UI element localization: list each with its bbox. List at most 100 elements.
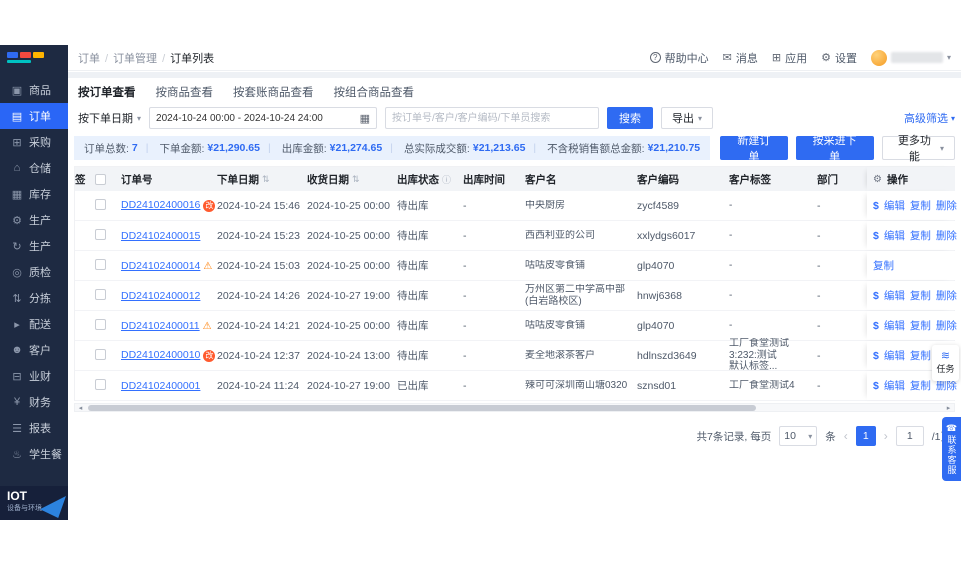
row-checkbox[interactable] (95, 288, 106, 300)
message-icon: ✉ (722, 52, 732, 64)
copy-link[interactable]: 复制 (910, 348, 931, 363)
copy-link[interactable]: 复制 (873, 258, 894, 273)
sidebar-item-quality[interactable]: ◎ 质检 (0, 259, 68, 285)
payment-icon[interactable]: $ (873, 230, 879, 242)
sidebar-item-sorting[interactable]: ⇅ 分拣 (0, 285, 68, 311)
payment-icon[interactable]: $ (873, 200, 879, 212)
copy-link[interactable]: 复制 (910, 288, 931, 303)
delete-link[interactable]: 删除 (936, 228, 957, 243)
sidebar-item-stock[interactable]: ▦ 库存 (0, 181, 68, 207)
tab-by-product[interactable]: 按商品查看 (156, 84, 214, 100)
payment-icon[interactable]: $ (873, 320, 879, 332)
settings-button[interactable]: ⚙ 设置 (821, 50, 857, 66)
page-size-select[interactable]: 10 ▾ (779, 426, 818, 446)
select-all-checkbox[interactable] (95, 173, 106, 185)
col-delivery-date[interactable]: 收货日期 ⇅ (307, 172, 397, 187)
sidebar-item-production[interactable]: ⚙ 生产 (0, 207, 68, 233)
order-number-link[interactable]: DD24102400016 (121, 199, 200, 211)
sidebar-item-production-2[interactable]: ↻ 生产 (0, 233, 68, 259)
delete-link[interactable]: 删除 (936, 318, 957, 333)
sidebar-item-finance[interactable]: ¥ 财务 (0, 389, 68, 415)
edit-link[interactable]: 编辑 (884, 288, 905, 303)
breadcrumb: 订单 订单管理 订单列表 (78, 50, 214, 66)
col-order-date[interactable]: 下单日期 ⇅ (217, 172, 307, 187)
copy-link[interactable]: 复制 (910, 228, 931, 243)
date-type-select[interactable]: 按下单日期 ▾ (78, 110, 141, 126)
scroll-left-icon[interactable]: ◂ (75, 404, 86, 412)
sidebar-item-customers[interactable]: ☻ 客户 (0, 337, 68, 363)
new-order-button[interactable]: 新建订单 (720, 135, 788, 163)
advanced-filter-link[interactable]: 高级筛选 ▾ (904, 110, 955, 126)
iot-panel[interactable]: IOT 设备与环境 (0, 486, 68, 520)
payment-icon[interactable]: $ (873, 380, 879, 392)
delete-link[interactable]: 删除 (936, 288, 957, 303)
warehouse-icon: ⌂ (13, 162, 21, 174)
edit-link[interactable]: 编辑 (884, 228, 905, 243)
date-range-input[interactable]: 2024-10-24 00:00 - 2024-10-24 24:00 ▦ (149, 107, 378, 129)
edit-link[interactable]: 编辑 (884, 378, 905, 393)
copy-link[interactable]: 复制 (910, 198, 931, 213)
sidebar-item-purchase[interactable]: ⊞ 采购 (0, 129, 68, 155)
row-checkbox[interactable] (95, 318, 106, 330)
order-number-link[interactable]: DD24102400015 (121, 230, 200, 242)
payment-icon[interactable]: $ (873, 290, 879, 302)
order-number-link[interactable]: DD24102400001 (121, 380, 200, 392)
stock-icon: ▦ (11, 188, 23, 201)
order-number-link[interactable]: DD24102400011 (121, 320, 200, 332)
col-order-no: 订单号 (121, 173, 153, 186)
copy-link[interactable]: 复制 (910, 318, 931, 333)
page-jump-input[interactable] (895, 426, 924, 446)
search-input[interactable] (385, 107, 600, 129)
scrollbar-thumb[interactable] (88, 404, 757, 411)
sidebar-item-reports[interactable]: ☰ 报表 (0, 415, 68, 441)
order-number-link[interactable]: DD24102400014 (121, 260, 200, 272)
row-checkbox[interactable] (95, 258, 106, 270)
next-page-button[interactable]: › (884, 429, 888, 443)
pagination: 共7条记录, 每页 10 ▾ 条 ‹ 1 › /1页 (74, 426, 955, 446)
settings-icon: ⚙ (821, 52, 831, 64)
scroll-right-icon[interactable]: ▸ (943, 404, 954, 412)
apps-button[interactable]: ⊞ 应用 (772, 50, 807, 66)
table-row: DD24102400012 2024-10-24 14:26 2024-10-2… (75, 281, 957, 311)
sidebar-item-goods[interactable]: ▣ 商品 (0, 77, 68, 103)
copy-link[interactable]: 复制 (910, 378, 931, 393)
row-checkbox[interactable] (95, 378, 106, 390)
sidebar-item-warehouse[interactable]: ⌂ 仓储 (0, 155, 68, 181)
tab-by-combo-product[interactable]: 按组合商品查看 (334, 84, 415, 100)
status-badge: 待出库 (397, 290, 429, 302)
contact-support-button[interactable]: ☎ 联系客服 (942, 417, 961, 481)
purchase-to-order-button[interactable]: 按采进下单 (795, 135, 874, 163)
export-button[interactable]: 导出 ▾ (661, 107, 714, 129)
delete-link[interactable]: 删除 (936, 198, 957, 213)
user-menu[interactable]: ▾ (870, 49, 951, 66)
tab-by-order[interactable]: 按订单查看 (78, 84, 136, 100)
row-checkbox[interactable] (95, 348, 106, 360)
sidebar-item-orders[interactable]: ▤ 订单 (0, 103, 68, 129)
column-settings-icon[interactable]: ⚙ (873, 174, 882, 185)
horizontal-scrollbar[interactable]: ◂ ▸ (74, 403, 955, 412)
row-checkbox[interactable] (95, 228, 106, 240)
col-customer-code: 客户编码 (637, 173, 679, 186)
breadcrumb-orders[interactable]: 订单 (78, 50, 100, 66)
sidebar-item-student-meals[interactable]: ♨ 学生餐 (0, 441, 68, 467)
breadcrumb-order-management[interactable]: 订单管理 (100, 50, 157, 66)
current-page-button[interactable]: 1 (855, 426, 876, 446)
more-functions-button[interactable]: 更多功能 ▾ (881, 135, 955, 163)
edit-link[interactable]: 编辑 (884, 198, 905, 213)
modified-badge: 改 (203, 199, 216, 212)
order-number-link[interactable]: DD24102400012 (121, 290, 200, 302)
search-button[interactable]: 搜索 (607, 107, 654, 129)
edit-link[interactable]: 编辑 (884, 348, 905, 363)
order-number-link[interactable]: DD24102400010 (121, 349, 200, 361)
edit-link[interactable]: 编辑 (884, 318, 905, 333)
row-checkbox[interactable] (95, 198, 106, 210)
payment-icon[interactable]: $ (873, 350, 879, 362)
sidebar-item-delivery[interactable]: ▸ 配送 (0, 311, 68, 337)
messages-button[interactable]: ✉ 消息 (723, 50, 758, 66)
sidebar-item-bizfinance[interactable]: ⊟ 业财 (0, 363, 68, 389)
tab-by-package-product[interactable]: 按套账商品查看 (233, 84, 314, 100)
task-floating-button[interactable]: ≋ 任务 (932, 345, 959, 381)
user-name-blurred (890, 52, 943, 63)
help-center-button[interactable]: ? 帮助中心 (649, 50, 709, 66)
prev-page-button[interactable]: ‹ (844, 429, 848, 443)
